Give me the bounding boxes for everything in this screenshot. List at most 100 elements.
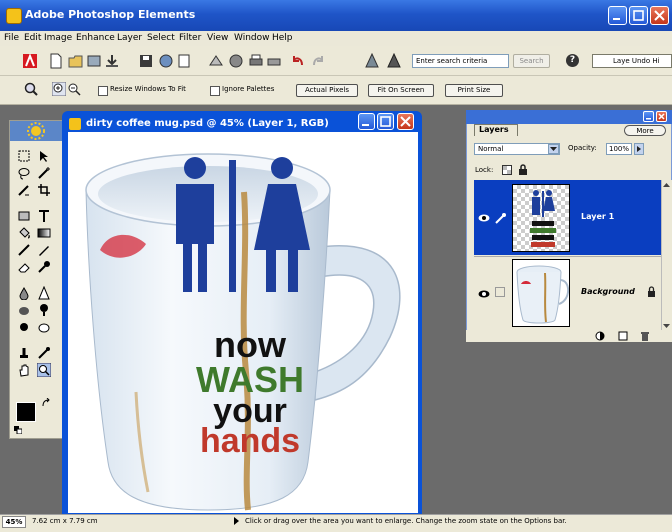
print-size-button[interactable]: Print Size bbox=[445, 84, 503, 97]
eyedropper-tool-icon[interactable] bbox=[37, 346, 51, 360]
document-maximize-button[interactable] bbox=[377, 113, 394, 130]
maximize-button[interactable] bbox=[629, 6, 648, 25]
actual-pixels-button[interactable]: Actual Pixels bbox=[296, 84, 358, 97]
browse-icon[interactable] bbox=[86, 53, 102, 69]
new-file-icon[interactable] bbox=[48, 53, 64, 69]
status-menu-arrow-icon[interactable] bbox=[234, 517, 239, 525]
quick-fix-icon[interactable] bbox=[386, 53, 402, 69]
sponge-tool-icon[interactable] bbox=[17, 303, 31, 317]
resize-windows-checkbox[interactable] bbox=[98, 86, 108, 96]
print-icon[interactable] bbox=[248, 53, 264, 69]
layers-scrollbar[interactable] bbox=[661, 180, 672, 331]
new-layer-icon[interactable] bbox=[618, 331, 628, 341]
scroll-up-icon[interactable] bbox=[662, 181, 671, 189]
shape-tool-icon[interactable] bbox=[17, 209, 31, 223]
resize-windows-label: Resize Windows To Fit bbox=[110, 85, 186, 93]
foreground-color-swatch[interactable] bbox=[16, 402, 36, 422]
online-services-icon[interactable] bbox=[228, 53, 244, 69]
delete-layer-icon[interactable] bbox=[640, 331, 650, 341]
brush-tool-icon[interactable] bbox=[17, 243, 31, 257]
paint-bucket-tool-icon[interactable] bbox=[17, 226, 31, 240]
menu-file[interactable]: File bbox=[4, 33, 19, 43]
gradient-tool-icon[interactable] bbox=[37, 226, 51, 240]
menu-window[interactable]: Window bbox=[234, 33, 270, 43]
menu-select[interactable]: Select bbox=[147, 33, 175, 43]
more-button[interactable]: More bbox=[624, 125, 666, 136]
ignore-palettes-checkbox[interactable] bbox=[210, 86, 220, 96]
eraser-tool-icon[interactable] bbox=[17, 260, 31, 274]
crop-tool-icon[interactable] bbox=[37, 183, 51, 197]
dodge-tool-icon[interactable] bbox=[37, 303, 51, 317]
save-for-web-icon[interactable] bbox=[158, 53, 174, 69]
lock-all-icon[interactable] bbox=[518, 164, 528, 175]
attach-email-icon[interactable] bbox=[208, 53, 224, 69]
step-backward-icon[interactable] bbox=[290, 53, 306, 69]
background-layer-name[interactable]: Background bbox=[581, 287, 635, 296]
pencil-tool-icon[interactable] bbox=[37, 243, 51, 257]
photoshop-elements-app-icon bbox=[6, 8, 22, 24]
adobe-logo-icon[interactable] bbox=[22, 53, 38, 69]
print-preview-icon[interactable] bbox=[176, 53, 192, 69]
menu-filter[interactable]: Filter bbox=[179, 33, 201, 43]
menu-view[interactable]: View bbox=[207, 33, 228, 43]
color-variations-icon[interactable] bbox=[364, 53, 380, 69]
move-tool-icon[interactable] bbox=[37, 149, 51, 163]
step-forward-icon[interactable] bbox=[310, 53, 326, 69]
document-close-button[interactable] bbox=[397, 113, 414, 130]
help-icon[interactable]: ? bbox=[566, 54, 579, 67]
import-icon[interactable] bbox=[104, 53, 120, 69]
adjustment-layer-icon[interactable] bbox=[595, 331, 605, 341]
minimize-icon bbox=[362, 124, 369, 126]
zoom-in-icon[interactable] bbox=[52, 82, 66, 96]
layer1-name[interactable]: Layer 1 bbox=[581, 212, 614, 221]
document-canvas[interactable]: now WASH your hands bbox=[68, 132, 418, 513]
zoom-out-icon[interactable] bbox=[67, 82, 81, 96]
smudge-tool-icon[interactable] bbox=[37, 320, 51, 334]
layers-palette-titlebar bbox=[466, 110, 672, 124]
open-folder-icon[interactable] bbox=[68, 53, 84, 69]
palette-well[interactable]: Laye Undo Hi bbox=[592, 54, 672, 68]
menu-edit[interactable]: Edit bbox=[24, 33, 41, 43]
opacity-slider-button[interactable] bbox=[634, 143, 644, 155]
search-input[interactable]: Enter search criteria bbox=[412, 54, 509, 68]
zoom-level-field[interactable]: 45% bbox=[2, 516, 26, 528]
scroll-down-icon[interactable] bbox=[662, 322, 671, 330]
layers-palette-close-button[interactable] bbox=[656, 111, 667, 122]
layer1-brush-link-icon[interactable] bbox=[494, 212, 506, 224]
opacity-input[interactable]: 100% bbox=[606, 143, 632, 155]
swap-colors-icon[interactable] bbox=[41, 398, 51, 408]
document-icon bbox=[69, 118, 81, 130]
search-button[interactable]: Search bbox=[513, 54, 550, 68]
zoom-tool-selected-icon[interactable] bbox=[37, 363, 51, 377]
menu-help[interactable]: Help bbox=[272, 33, 293, 43]
menu-enhance[interactable]: Enhance bbox=[76, 33, 115, 43]
document-minimize-button[interactable] bbox=[358, 113, 375, 130]
menu-layer[interactable]: Layer bbox=[117, 33, 142, 43]
clone-stamp-tool-icon[interactable] bbox=[17, 346, 31, 360]
marquee-tool-icon[interactable] bbox=[17, 149, 31, 163]
blend-mode-dropdown-button[interactable] bbox=[548, 144, 559, 154]
type-tool-icon[interactable] bbox=[37, 209, 51, 223]
selection-brush-tool-icon[interactable] bbox=[17, 183, 31, 197]
minimize-button[interactable] bbox=[608, 6, 627, 25]
hand-tool-icon[interactable] bbox=[17, 363, 31, 377]
lock-transparency-icon[interactable] bbox=[502, 165, 512, 175]
burn-tool-icon[interactable] bbox=[17, 320, 31, 334]
save-icon[interactable] bbox=[138, 53, 154, 69]
layers-palette-minimize-button[interactable] bbox=[643, 111, 654, 122]
tab-layers[interactable]: Layers bbox=[474, 124, 518, 136]
background-visibility-eye-icon[interactable] bbox=[478, 290, 490, 298]
red-eye-brush-tool-icon[interactable] bbox=[37, 260, 51, 274]
fit-on-screen-button[interactable]: Fit On Screen bbox=[368, 84, 434, 97]
default-colors-icon[interactable] bbox=[14, 426, 22, 434]
blur-tool-icon[interactable] bbox=[17, 286, 31, 300]
background-link-box[interactable] bbox=[495, 287, 505, 297]
sharpen-tool-icon[interactable] bbox=[37, 286, 51, 300]
close-button[interactable] bbox=[650, 6, 669, 25]
lasso-tool-icon[interactable] bbox=[17, 166, 31, 180]
magic-wand-tool-icon[interactable] bbox=[37, 166, 51, 180]
close-icon bbox=[658, 113, 665, 120]
print-online-icon[interactable] bbox=[266, 53, 282, 69]
menu-image[interactable]: Image bbox=[44, 33, 72, 43]
layer1-visibility-eye-icon[interactable] bbox=[478, 214, 490, 222]
